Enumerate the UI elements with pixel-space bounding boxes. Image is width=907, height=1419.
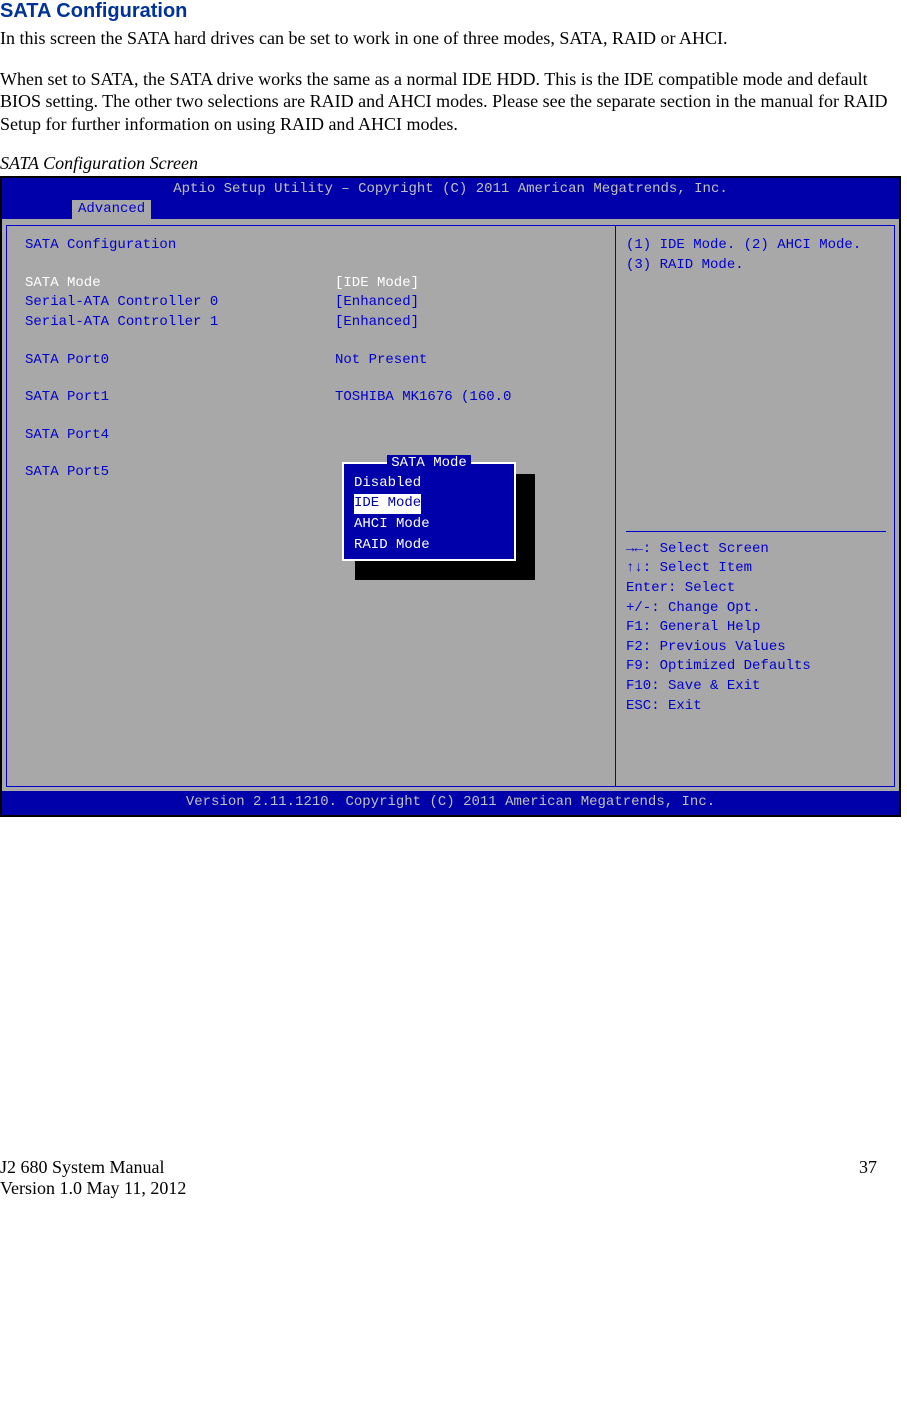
bios-option-sata-ctrl1[interactable]: Serial-ATA Controller 1 [25,313,335,333]
bios-screenshot: Aptio Setup Utility – Copyright (C) 2011… [0,176,901,817]
bios-port0-label: SATA Port0 [25,351,335,371]
bios-value-sata-ctrl0: [Enhanced] [335,293,419,313]
help-key-select-screen: →←: Select Screen [626,540,886,560]
bios-section-title: SATA Configuration [25,236,605,256]
sata-mode-popup: SATA Mode Disabled IDE Mode AHCI Mode RA… [342,462,516,561]
help-key-f9: F9: Optimized Defaults [626,657,886,677]
popup-option-raid-mode[interactable]: RAID Mode [344,537,440,553]
bios-help-description: (1) IDE Mode. (2) AHCI Mode. (3) RAID Mo… [626,236,886,275]
popup-option-ide-mode[interactable]: IDE Mode [354,494,421,514]
popup-option-ahci-mode[interactable]: AHCI Mode [344,516,440,532]
bios-value-sata-ctrl1: [Enhanced] [335,313,419,333]
footer-page-number: 37 [859,1157,877,1199]
bios-port1-value: TOSHIBA MK1676 (160.0 [335,388,511,408]
bios-option-sata-ctrl0[interactable]: Serial-ATA Controller 0 [25,293,335,313]
footer-version: Version 1.0 May 11, 2012 [0,1178,186,1199]
help-key-select-item: ↑↓: Select Item [626,559,886,579]
footer-manual-title: J2 680 System Manual [0,1157,186,1178]
bios-value-sata-mode: [IDE Mode] [335,274,419,294]
section-heading: SATA Configuration [0,0,889,23]
bios-port4-label: SATA Port4 [25,426,335,446]
bios-port0-value: Not Present [335,351,427,371]
help-key-f1: F1: General Help [626,618,886,638]
help-key-enter: Enter: Select [626,579,886,599]
help-key-change: +/-: Change Opt. [626,599,886,619]
bios-tab-advanced[interactable]: Advanced [72,200,151,220]
figure-caption: SATA Configuration Screen [0,153,889,174]
bios-footer: Version 2.11.1210. Copyright (C) 2011 Am… [2,791,899,815]
bios-header: Aptio Setup Utility – Copyright (C) 2011… [2,178,899,200]
popup-option-disabled[interactable]: Disabled [344,475,431,491]
bios-option-sata-mode[interactable]: SATA Mode [25,274,335,294]
help-key-f2: F2: Previous Values [626,638,886,658]
bios-port5-label: SATA Port5 [25,463,335,483]
popup-title: SATA Mode [344,454,514,474]
bios-port1-label: SATA Port1 [25,388,335,408]
help-key-f10: F10: Save & Exit [626,677,886,697]
paragraph-1: In this screen the SATA hard drives can … [0,27,889,50]
paragraph-2: When set to SATA, the SATA drive works t… [0,68,889,136]
help-key-esc: ESC: Exit [626,697,886,717]
